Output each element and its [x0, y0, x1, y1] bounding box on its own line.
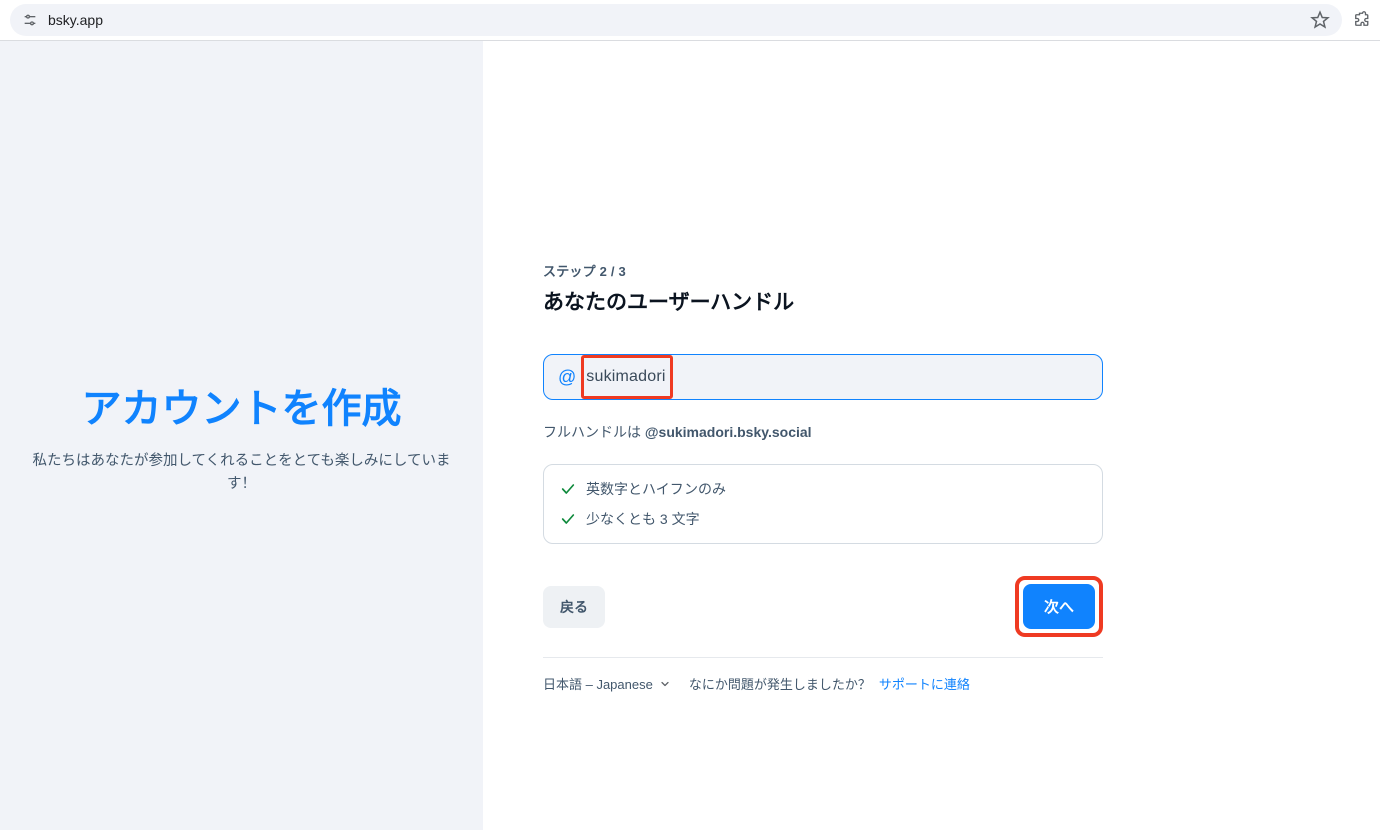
full-handle-line: フルハンドルは @sukimadori.bsky.social — [543, 422, 1103, 442]
browser-address-bar: bsky.app — [0, 0, 1380, 40]
handle-field-row: @ — [543, 354, 1103, 400]
rule-item: 少なくとも 3 文字 — [560, 509, 1086, 529]
right-pane: ステップ 2 / 3 あなたのユーザーハンドル @ フルハンドルは @sukim… — [483, 41, 1380, 830]
url-text: bsky.app — [48, 12, 103, 28]
url-field[interactable]: bsky.app — [10, 4, 1342, 36]
next-button[interactable]: 次へ — [1023, 584, 1095, 629]
support-question: なにか問題が発生しましたか？ — [689, 674, 871, 693]
full-handle-prefix: フルハンドルは — [543, 424, 645, 440]
language-label: 日本語 – Japanese — [543, 674, 653, 693]
create-account-title: アカウントを作成 — [82, 376, 402, 434]
highlight-box-next: 次へ — [1015, 576, 1103, 637]
handle-input[interactable] — [586, 368, 1088, 386]
create-account-subtitle: 私たちはあなたが参加してくれることをとても楽しみにしています！ — [32, 450, 452, 495]
rule-text: 少なくとも 3 文字 — [586, 509, 700, 529]
star-icon[interactable] — [1310, 10, 1330, 30]
check-icon — [560, 481, 576, 497]
button-row: 戻る 次へ — [543, 576, 1103, 637]
tune-icon — [22, 12, 38, 28]
at-symbol: @ — [558, 367, 576, 388]
signup-form: ステップ 2 / 3 あなたのユーザーハンドル @ フルハンドルは @sukim… — [543, 261, 1103, 830]
puzzle-icon[interactable] — [1352, 11, 1370, 29]
support-link[interactable]: サポートに連絡 — [879, 674, 970, 693]
page-title: あなたのユーザーハンドル — [543, 286, 1103, 316]
page: アカウントを作成 私たちはあなたが参加してくれることをとても楽しみにしています！… — [0, 41, 1380, 830]
step-indicator: ステップ 2 / 3 — [543, 261, 1103, 280]
chevron-down-icon — [659, 678, 671, 690]
check-icon — [560, 511, 576, 527]
full-handle-value: @sukimadori.bsky.social — [645, 424, 812, 440]
left-pane: アカウントを作成 私たちはあなたが参加してくれることをとても楽しみにしています！ — [0, 41, 483, 830]
language-selector[interactable]: 日本語 – Japanese — [543, 674, 671, 693]
footer: 日本語 – Japanese なにか問題が発生しましたか？ サポートに連絡 — [543, 657, 1103, 693]
validation-rules: 英数字とハイフンのみ 少なくとも 3 文字 — [543, 464, 1103, 544]
rule-item: 英数字とハイフンのみ — [560, 479, 1086, 499]
back-button[interactable]: 戻る — [543, 586, 605, 628]
handle-input-wrap[interactable]: @ — [543, 354, 1103, 400]
rule-text: 英数字とハイフンのみ — [586, 479, 726, 499]
